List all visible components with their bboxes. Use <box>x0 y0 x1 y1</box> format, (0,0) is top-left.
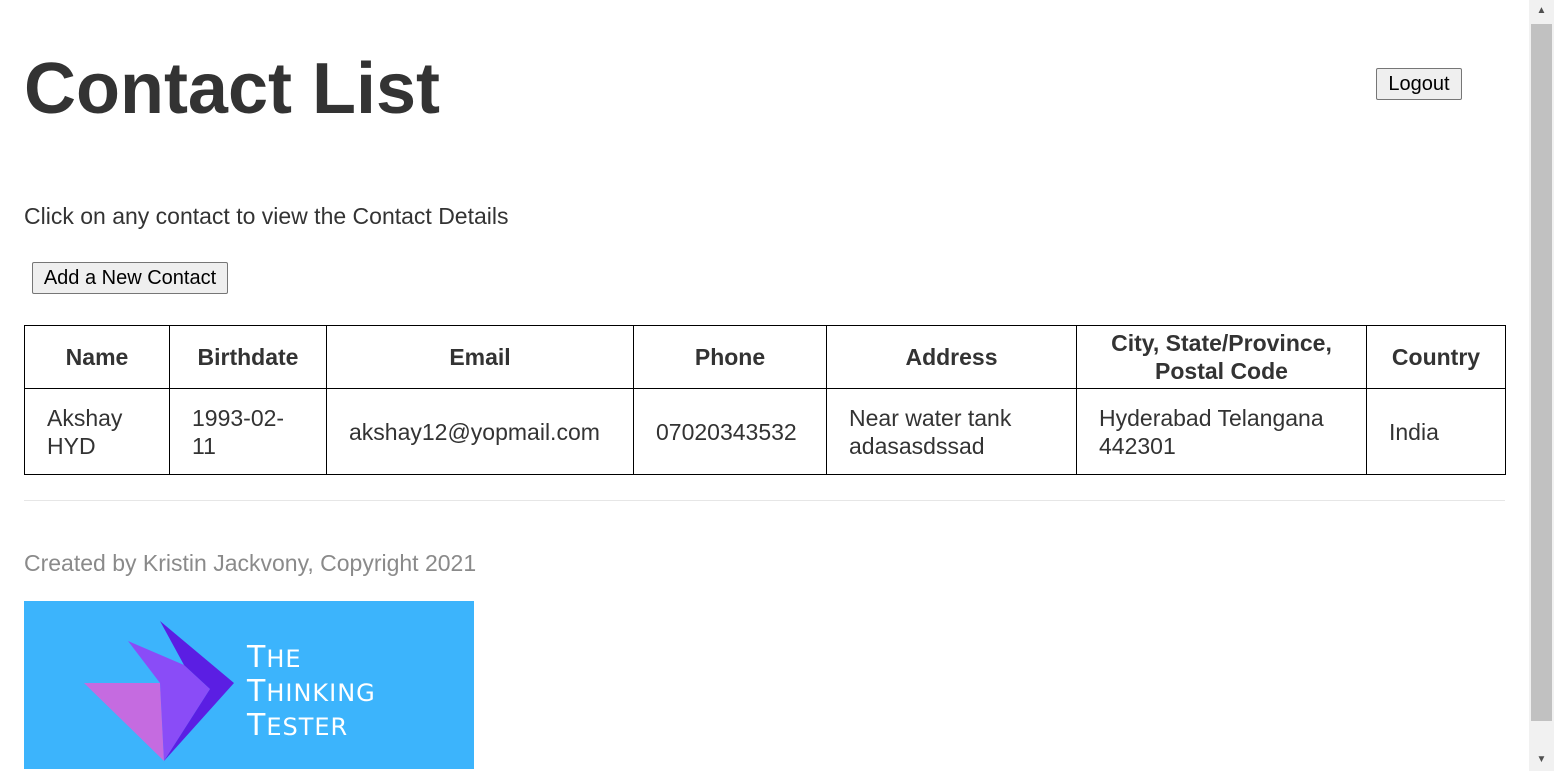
scrollbar-thumb[interactable] <box>1531 24 1552 721</box>
cell-email[interactable]: akshay12@yopmail.com <box>326 388 634 475</box>
cell-country[interactable]: India <box>1366 388 1506 475</box>
cell-birthdate[interactable]: 1993-02-11 <box>169 388 327 475</box>
contact-list-page: Contact List Logout Click on any contact… <box>0 0 1529 771</box>
cell-city[interactable]: Hyderabad Telangana 442301 <box>1076 388 1367 475</box>
cell-name[interactable]: Akshay HYD <box>24 388 170 475</box>
column-header-city: City, State/Province, Postal Code <box>1076 325 1367 389</box>
contacts-table: Name Birthdate Email Phone Address City,… <box>24 325 1506 475</box>
page-title: Contact List <box>24 49 441 129</box>
column-header-name: Name <box>24 325 170 389</box>
column-header-phone: Phone <box>633 325 827 389</box>
logo-text-line-1: THE <box>247 640 302 675</box>
table-header-row: Name Birthdate Email Phone Address City,… <box>24 325 1506 389</box>
column-header-email: Email <box>326 325 634 389</box>
column-header-birthdate: Birthdate <box>169 325 327 389</box>
footer-divider <box>24 500 1505 501</box>
add-contact-button[interactable]: Add a New Contact <box>32 262 228 294</box>
column-header-address: Address <box>826 325 1077 389</box>
scroll-up-icon[interactable]: ▲ <box>1529 0 1554 22</box>
vertical-scrollbar[interactable]: ▲ ▼ <box>1529 0 1554 771</box>
column-header-country: Country <box>1366 325 1506 389</box>
table-row[interactable]: Akshay HYD 1993-02-11 akshay12@yopmail.c… <box>24 388 1506 475</box>
scroll-down-icon[interactable]: ▼ <box>1529 749 1554 771</box>
cell-phone[interactable]: 07020343532 <box>633 388 827 475</box>
logo-text-line-2: THINKING <box>247 674 376 709</box>
footer-credit: Created by Kristin Jackvony, Copyright 2… <box>24 550 477 576</box>
logo-text-line-3: TESTER <box>247 708 349 743</box>
cell-address[interactable]: Near water tank adasasdssad <box>826 388 1077 475</box>
logout-button[interactable]: Logout <box>1376 68 1462 100</box>
thinking-tester-logo: THE THINKING TESTER <box>24 601 474 769</box>
instructions-text: Click on any contact to view the Contact… <box>24 203 509 229</box>
